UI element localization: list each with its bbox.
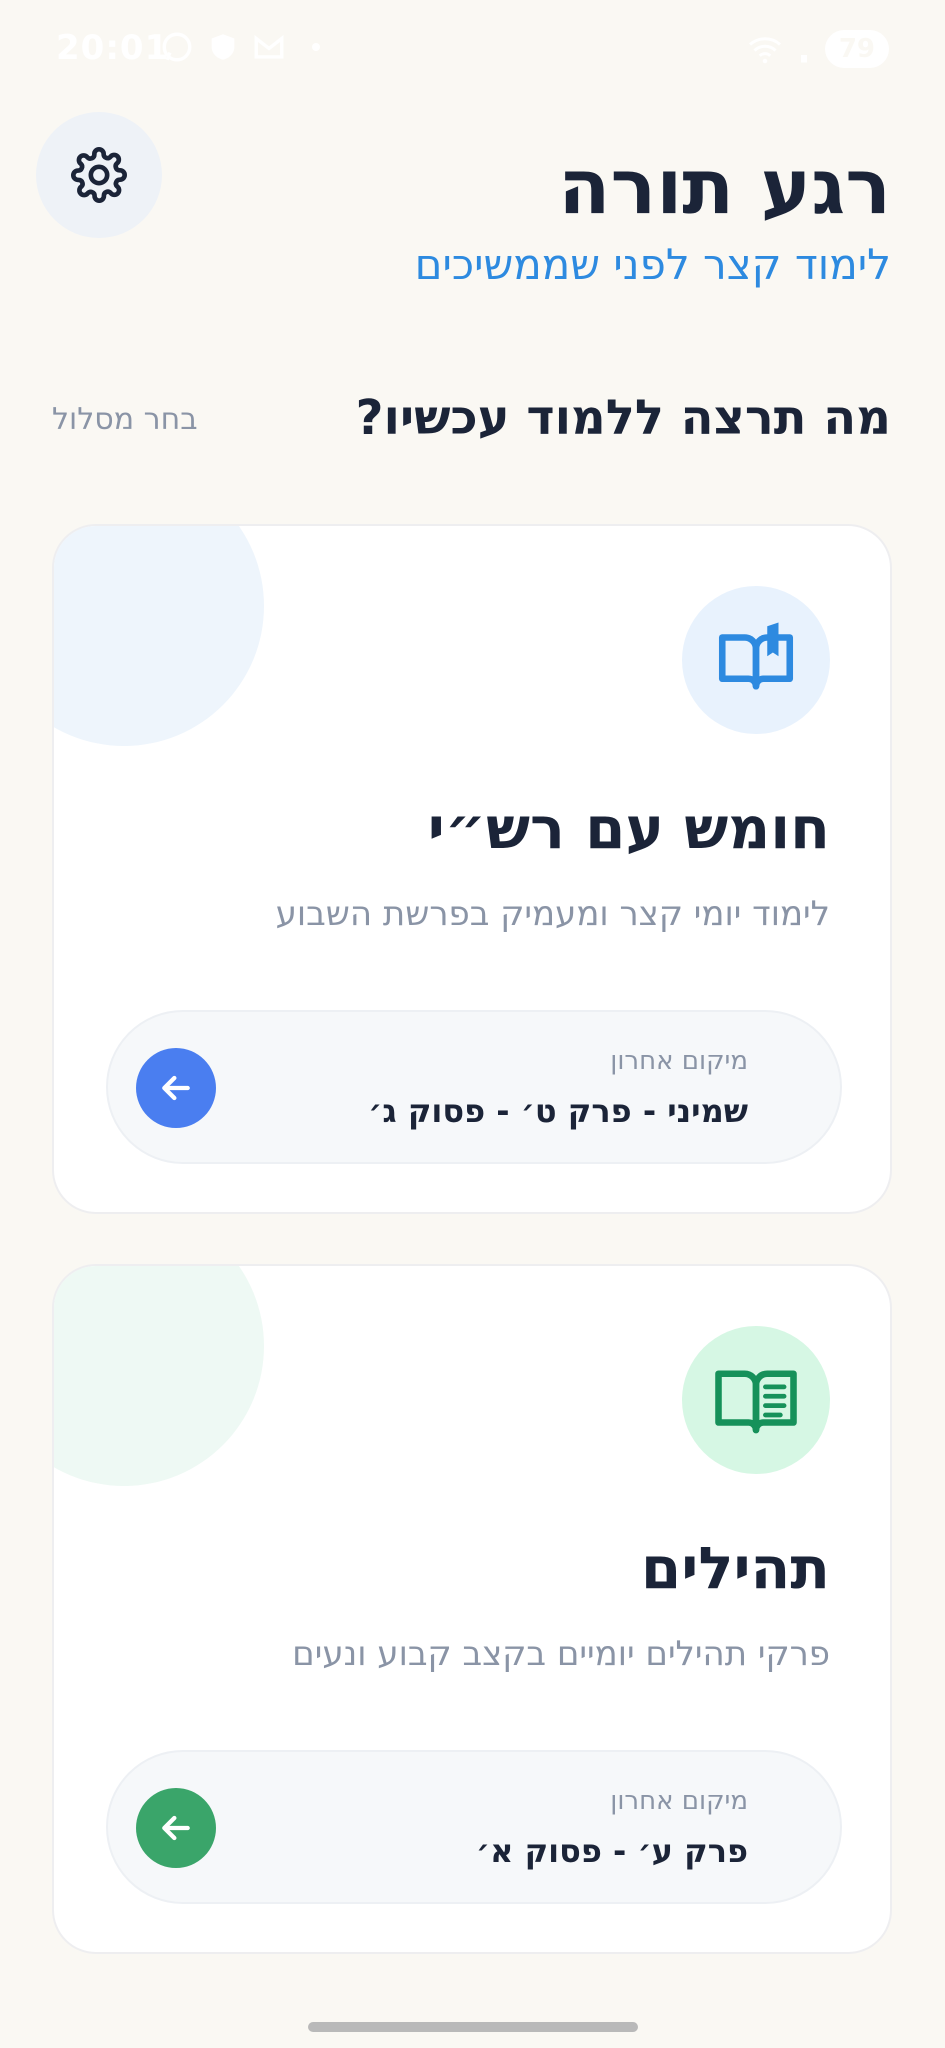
card-description: פרקי תהילים יומיים בקצב קבוע ונעים xyxy=(292,1634,830,1674)
book-open-icon xyxy=(718,622,794,690)
settings-button[interactable] xyxy=(36,112,162,238)
signal-icon xyxy=(800,55,807,63)
card-title: חומש עם רש״י xyxy=(427,794,830,862)
last-position-label: מיקום אחרון xyxy=(610,1046,748,1076)
last-position-value: שמיני - פרק ט׳ - פסוק ג׳ xyxy=(368,1092,748,1130)
last-position-label: מיקום אחרון xyxy=(610,1786,748,1816)
last-position-value: פרק ע׳ - פסוק א׳ xyxy=(475,1832,748,1870)
gmail-icon xyxy=(254,35,284,59)
card-icon-circle xyxy=(682,1326,830,1474)
notification-icons xyxy=(160,30,320,64)
section-title: מה תרצה ללמוד עכשיו? xyxy=(355,390,891,446)
whatsapp-icon xyxy=(162,32,192,62)
app-subtitle: לימוד קצר לפני שממשיכים xyxy=(414,240,891,289)
wifi-icon xyxy=(748,37,781,64)
system-icons: 79 xyxy=(747,30,889,68)
card-decoration xyxy=(54,526,264,746)
card-title: תהילים xyxy=(640,1534,830,1602)
last-position-box[interactable]: מיקום אחרון פרק ע׳ - פסוק א׳ xyxy=(106,1750,842,1904)
choose-track-link[interactable]: בחר מסלול xyxy=(52,402,198,437)
continue-button[interactable] xyxy=(136,1788,216,1868)
card-icon-circle xyxy=(682,586,830,734)
book-reader-icon xyxy=(715,1370,797,1434)
status-time: 20:01 xyxy=(56,28,170,68)
last-position-box[interactable]: מיקום אחרון שמיני - פרק ט׳ - פסוק ג׳ xyxy=(106,1010,842,1164)
continue-button[interactable] xyxy=(136,1048,216,1128)
more-notifications-dot xyxy=(312,43,320,51)
gear-icon xyxy=(71,147,127,203)
status-bar: 20:01 79 xyxy=(0,0,945,100)
shield-icon xyxy=(211,34,235,60)
track-card-chumash[interactable]: חומש עם רש״י לימוד יומי קצר ומעמיק בפרשת… xyxy=(52,524,892,1214)
battery-icon: 79 xyxy=(824,30,889,68)
arrow-left-icon xyxy=(162,1075,190,1101)
home-indicator[interactable] xyxy=(308,2022,638,2032)
app-title: רגע תורה xyxy=(558,142,891,231)
card-decoration xyxy=(54,1266,264,1486)
track-card-tehillim[interactable]: תהילים פרקי תהילים יומיים בקצב קבוע ונעי… xyxy=(52,1264,892,1954)
arrow-left-icon xyxy=(162,1815,190,1841)
card-description: לימוד יומי קצר ומעמיק בפרשת השבוע xyxy=(275,894,830,934)
